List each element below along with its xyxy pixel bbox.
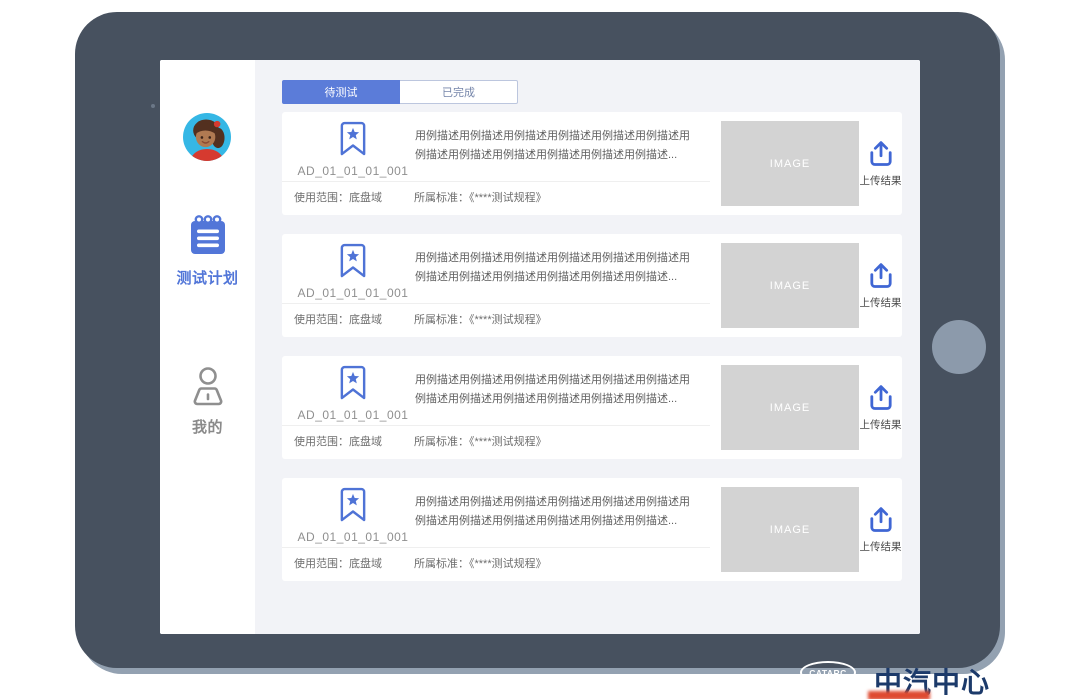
test-case-id: AD_01_01_01_001 xyxy=(292,286,414,300)
bookmark-star-icon xyxy=(340,243,366,279)
standard-text: 所属标准：《****测试规程》 xyxy=(414,555,547,571)
camera-icon xyxy=(151,104,155,108)
girl-avatar-icon xyxy=(183,113,231,161)
app-screen: 测试计划 我的 待测试 已完成 xyxy=(160,60,920,634)
main-content: 待测试 已完成 AD_01_01_01_001 用例描述用例描述用例描述用例描述… xyxy=(255,60,920,634)
sidebar-item-label: 我的 xyxy=(160,416,255,437)
card-divider xyxy=(282,425,710,426)
test-case-card: AD_01_01_01_001 用例描述用例描述用例描述用例描述用例描述用例描述… xyxy=(282,356,902,459)
bookmark-star-icon xyxy=(340,365,366,401)
upload-label: 上传结果 xyxy=(860,295,902,310)
card-id-block: AD_01_01_01_001 xyxy=(292,243,414,300)
test-case-description: 用例描述用例描述用例描述用例描述用例描述用例描述用例描述用例描述用例描述用例描述… xyxy=(415,371,693,411)
card-id-block: AD_01_01_01_001 xyxy=(292,487,414,544)
tablet-frame: 测试计划 我的 待测试 已完成 xyxy=(75,12,1000,668)
test-case-id: AD_01_01_01_001 xyxy=(292,164,414,178)
card-id-block: AD_01_01_01_001 xyxy=(292,365,414,422)
upload-icon xyxy=(867,506,895,534)
scope-text: 使用范围：底盘域 xyxy=(294,555,382,571)
scope-text: 使用范围：底盘域 xyxy=(294,189,382,205)
card-meta-row: 使用范围：底盘域 所属标准：《****测试规程》 xyxy=(294,311,547,327)
home-button xyxy=(932,320,986,374)
sidebar-item-test-plan[interactable]: 测试计划 xyxy=(160,212,255,288)
card-list: AD_01_01_01_001 用例描述用例描述用例描述用例描述用例描述用例描述… xyxy=(282,112,902,600)
card-divider xyxy=(282,303,710,304)
bookmark-star-icon xyxy=(340,487,366,523)
scope-text: 使用范围：底盘域 xyxy=(294,433,382,449)
sidebar-item-mine[interactable]: 我的 xyxy=(160,365,255,437)
upload-icon xyxy=(867,140,895,168)
tab-pending[interactable]: 待测试 xyxy=(282,80,400,104)
avatar[interactable] xyxy=(183,113,231,161)
sidebar: 测试计划 我的 xyxy=(160,60,255,634)
person-icon xyxy=(188,365,228,407)
test-case-description: 用例描述用例描述用例描述用例描述用例描述用例描述用例描述用例描述用例描述用例描述… xyxy=(415,249,693,289)
catarc-badge-text: CATARC xyxy=(809,668,847,678)
image-placeholder: IMAGE xyxy=(721,365,859,450)
sidebar-item-label: 测试计划 xyxy=(160,267,255,288)
upload-label: 上传结果 xyxy=(860,417,902,432)
card-id-block: AD_01_01_01_001 xyxy=(292,121,414,178)
scope-text: 使用范围：底盘域 xyxy=(294,311,382,327)
card-meta-row: 使用范围：底盘域 所属标准：《****测试规程》 xyxy=(294,433,547,449)
catarc-badge-icon: CATARC xyxy=(800,661,856,684)
test-case-card: AD_01_01_01_001 用例描述用例描述用例描述用例描述用例描述用例描述… xyxy=(282,478,902,581)
upload-result-button[interactable]: 上传结果 xyxy=(859,478,902,581)
card-meta-row: 使用范围：底盘域 所属标准：《****测试规程》 xyxy=(294,189,547,205)
upload-icon xyxy=(867,384,895,412)
notebook-icon xyxy=(185,212,231,258)
test-case-card: AD_01_01_01_001 用例描述用例描述用例描述用例描述用例描述用例描述… xyxy=(282,112,902,215)
test-case-id: AD_01_01_01_001 xyxy=(292,408,414,422)
upload-result-button[interactable]: 上传结果 xyxy=(859,356,902,459)
bookmark-star-icon xyxy=(340,121,366,157)
upload-result-button[interactable]: 上传结果 xyxy=(859,112,902,215)
tab-bar: 待测试 已完成 xyxy=(282,80,518,104)
card-divider xyxy=(282,547,710,548)
card-divider xyxy=(282,181,710,182)
test-case-description: 用例描述用例描述用例描述用例描述用例描述用例描述用例描述用例描述用例描述用例描述… xyxy=(415,127,693,167)
image-placeholder: IMAGE xyxy=(721,487,859,572)
tab-completed[interactable]: 已完成 xyxy=(400,80,518,104)
standard-text: 所属标准：《****测试规程》 xyxy=(414,189,547,205)
upload-icon xyxy=(867,262,895,290)
upload-label: 上传结果 xyxy=(860,539,902,554)
test-case-card: AD_01_01_01_001 用例描述用例描述用例描述用例描述用例描述用例描述… xyxy=(282,234,902,337)
upload-label: 上传结果 xyxy=(860,173,902,188)
upload-result-button[interactable]: 上传结果 xyxy=(859,234,902,337)
page: 测试计划 我的 待测试 已完成 xyxy=(0,0,1068,699)
card-meta-row: 使用范围：底盘域 所属标准：《****测试规程》 xyxy=(294,555,547,571)
standard-text: 所属标准：《****测试规程》 xyxy=(414,311,547,327)
test-case-id: AD_01_01_01_001 xyxy=(292,530,414,544)
image-placeholder: IMAGE xyxy=(721,121,859,206)
test-case-description: 用例描述用例描述用例描述用例描述用例描述用例描述用例描述用例描述用例描述用例描述… xyxy=(415,493,693,533)
brand-red-accent xyxy=(868,691,930,699)
image-placeholder: IMAGE xyxy=(721,243,859,328)
standard-text: 所属标准：《****测试规程》 xyxy=(414,433,547,449)
